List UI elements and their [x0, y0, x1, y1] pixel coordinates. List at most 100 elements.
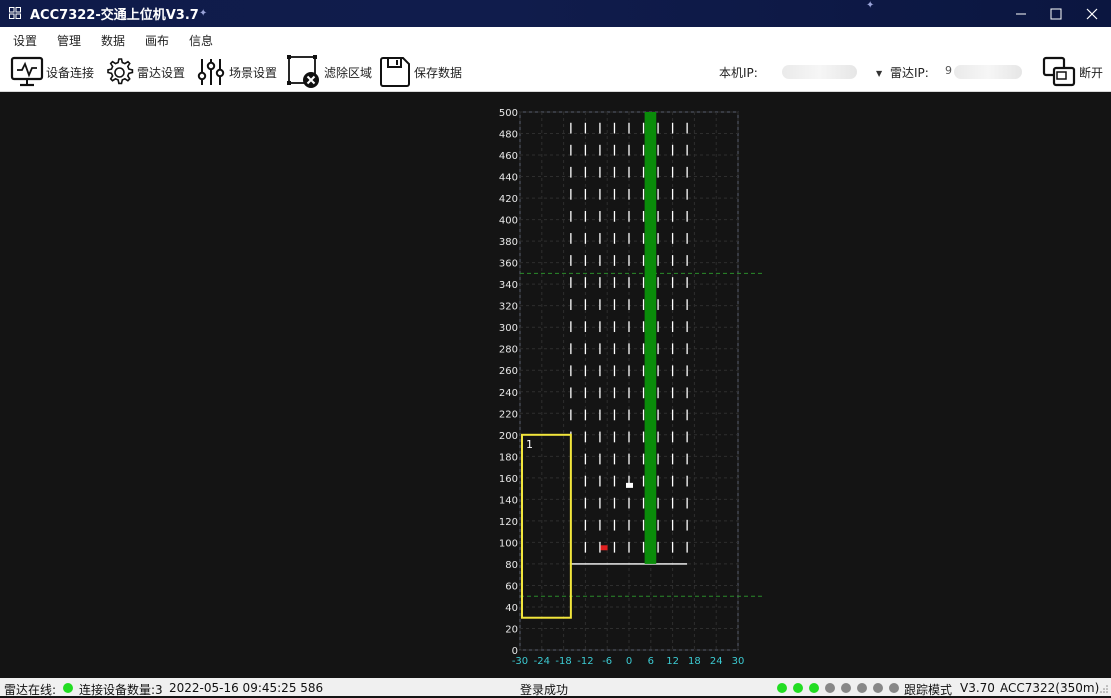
save-disk-icon	[380, 57, 410, 87]
y-tick-label: 380	[499, 237, 518, 248]
indicator-dot	[825, 683, 835, 693]
y-tick-label: 20	[505, 624, 518, 635]
y-tick-label: 220	[499, 409, 518, 420]
radar-ip-redacted	[954, 65, 1022, 79]
target-white	[626, 482, 633, 488]
radar-settings-button[interactable]: 雷达设置	[103, 54, 185, 90]
disconnect-icon	[1042, 56, 1076, 87]
sparkle-icon: ✦	[199, 8, 208, 19]
sparkle-icon: ✦	[866, 0, 875, 11]
x-tick-label: 30	[732, 656, 745, 667]
save-data-button[interactable]: 保存数据	[378, 54, 462, 90]
x-tick-label: 18	[688, 656, 701, 667]
x-tick-label: -12	[577, 656, 593, 667]
green-lane-bar	[644, 112, 657, 564]
radar-plot[interactable]: 5004804604404204003803603403203002802602…	[0, 92, 1111, 678]
y-tick-label: 340	[499, 280, 518, 291]
scene-settings-label: 场景设置	[229, 65, 278, 80]
y-tick-label: 260	[499, 366, 518, 377]
x-tick-label: -30	[512, 656, 528, 667]
indicator-dot	[857, 683, 867, 693]
x-tick-label: -6	[602, 656, 612, 667]
radar-canvas-area: 500 480 460 440 420 400 380 360 340 320 300 280 260 2…	[0, 92, 1111, 678]
monitor-icon	[10, 56, 44, 87]
menu-canvas[interactable]: 画布	[145, 32, 169, 49]
y-tick-label: 300	[499, 323, 518, 334]
save-data-label: 保存数据	[414, 65, 463, 80]
filter-zone-label: 1	[526, 438, 533, 451]
y-tick-label: 500	[499, 108, 518, 119]
window-title: ACC7322-交通上位机V3.7	[30, 8, 199, 23]
minimize-icon	[1016, 13, 1026, 14]
y-tick-label: 100	[499, 538, 518, 549]
y-tick-label: 460	[499, 151, 518, 162]
filter-region-button[interactable]: 滤除区域	[286, 54, 372, 90]
y-tick-label: 360	[499, 259, 518, 270]
local-ip-label: 本机IP:	[719, 66, 758, 80]
menu-data[interactable]: 数据	[101, 32, 125, 49]
radar-ip-input[interactable]: 9	[942, 61, 1034, 83]
menu-info[interactable]: 信息	[189, 32, 213, 49]
radar-ip-label: 雷达IP:	[890, 66, 929, 80]
gear-icon	[107, 58, 134, 85]
radar-online-label: 雷达在线:	[4, 683, 57, 697]
y-tick-label: 200	[499, 431, 518, 442]
device-count: 连接设备数量:3	[79, 683, 163, 697]
x-tick-label: 0	[626, 656, 632, 667]
maximize-icon	[1050, 8, 1062, 19]
y-tick-label: 440	[499, 173, 518, 184]
indicator-dot	[809, 683, 819, 693]
y-tick-label: 60	[505, 581, 518, 592]
dropdown-arrow-icon: ▼	[876, 69, 883, 78]
status-bar: 雷达在线: 连接设备数量:3 2022-05-16 09:45:25 586 登…	[0, 678, 1111, 697]
y-tick-label: 120	[499, 517, 518, 528]
x-tick-label: 6	[648, 656, 654, 667]
y-tick-label: 280	[499, 345, 518, 356]
version-label: V3.70	[960, 681, 995, 695]
y-tick-label: 480	[499, 130, 518, 141]
y-tick-label: 240	[499, 388, 518, 399]
radar-ip-value: 9	[945, 64, 952, 77]
disconnect-button[interactable]: 断开	[1041, 54, 1103, 90]
indicator-dot	[777, 683, 787, 693]
x-tick-label: -18	[555, 656, 571, 667]
device-connect-button[interactable]: 设备连接	[10, 54, 94, 90]
y-tick-label: 420	[499, 194, 518, 205]
x-tick-label: 12	[666, 656, 679, 667]
y-tick-label: 400	[499, 216, 518, 227]
menu-manage[interactable]: 管理	[57, 32, 81, 49]
toolbar: 设备连接 雷达设置 场景设置 滤除区域 保存数据 本机IP: ▼ 雷达IP: 9…	[0, 52, 1111, 92]
maximize-button[interactable]	[1037, 0, 1075, 27]
device-model: ACC7322(350m)	[1000, 681, 1100, 695]
scene-settings-button[interactable]: 场景设置	[195, 54, 277, 90]
tracking-mode: 跟踪模式	[904, 683, 953, 697]
y-tick-label: 320	[499, 302, 518, 313]
indicator-dot	[841, 683, 851, 693]
login-status: 登录成功	[520, 683, 569, 697]
local-ip-select[interactable]: ▼	[770, 61, 885, 83]
app-grid-icon	[9, 7, 21, 19]
close-icon	[1086, 8, 1098, 19]
filter-region-icon	[287, 55, 319, 88]
y-tick-label: 40	[505, 603, 518, 614]
close-button[interactable]	[1073, 0, 1111, 27]
radar-settings-label: 雷达设置	[137, 65, 186, 80]
y-tick-label: 180	[499, 452, 518, 463]
target-red	[600, 545, 608, 551]
y-tick-label: 160	[499, 474, 518, 485]
menu-settings[interactable]: 设置	[13, 32, 37, 49]
title-bar: ACC7322-交通上位机V3.7 ✦ ✦	[0, 0, 1111, 27]
device-connect-label: 设备连接	[46, 65, 95, 80]
local-ip-redacted	[782, 65, 857, 79]
minimize-button[interactable]	[1002, 0, 1040, 27]
indicator-dot	[873, 683, 883, 693]
disconnect-label: 断开	[1079, 65, 1104, 80]
x-tick-label: -24	[534, 656, 550, 667]
y-tick-label: 140	[499, 495, 518, 506]
resize-grip-icon[interactable]	[1099, 684, 1109, 694]
indicator-dot	[793, 683, 803, 693]
online-indicator-dot	[63, 683, 73, 693]
filter-region-label: 滤除区域	[324, 65, 373, 80]
sliders-icon	[197, 59, 225, 85]
x-tick-label: 24	[710, 656, 723, 667]
